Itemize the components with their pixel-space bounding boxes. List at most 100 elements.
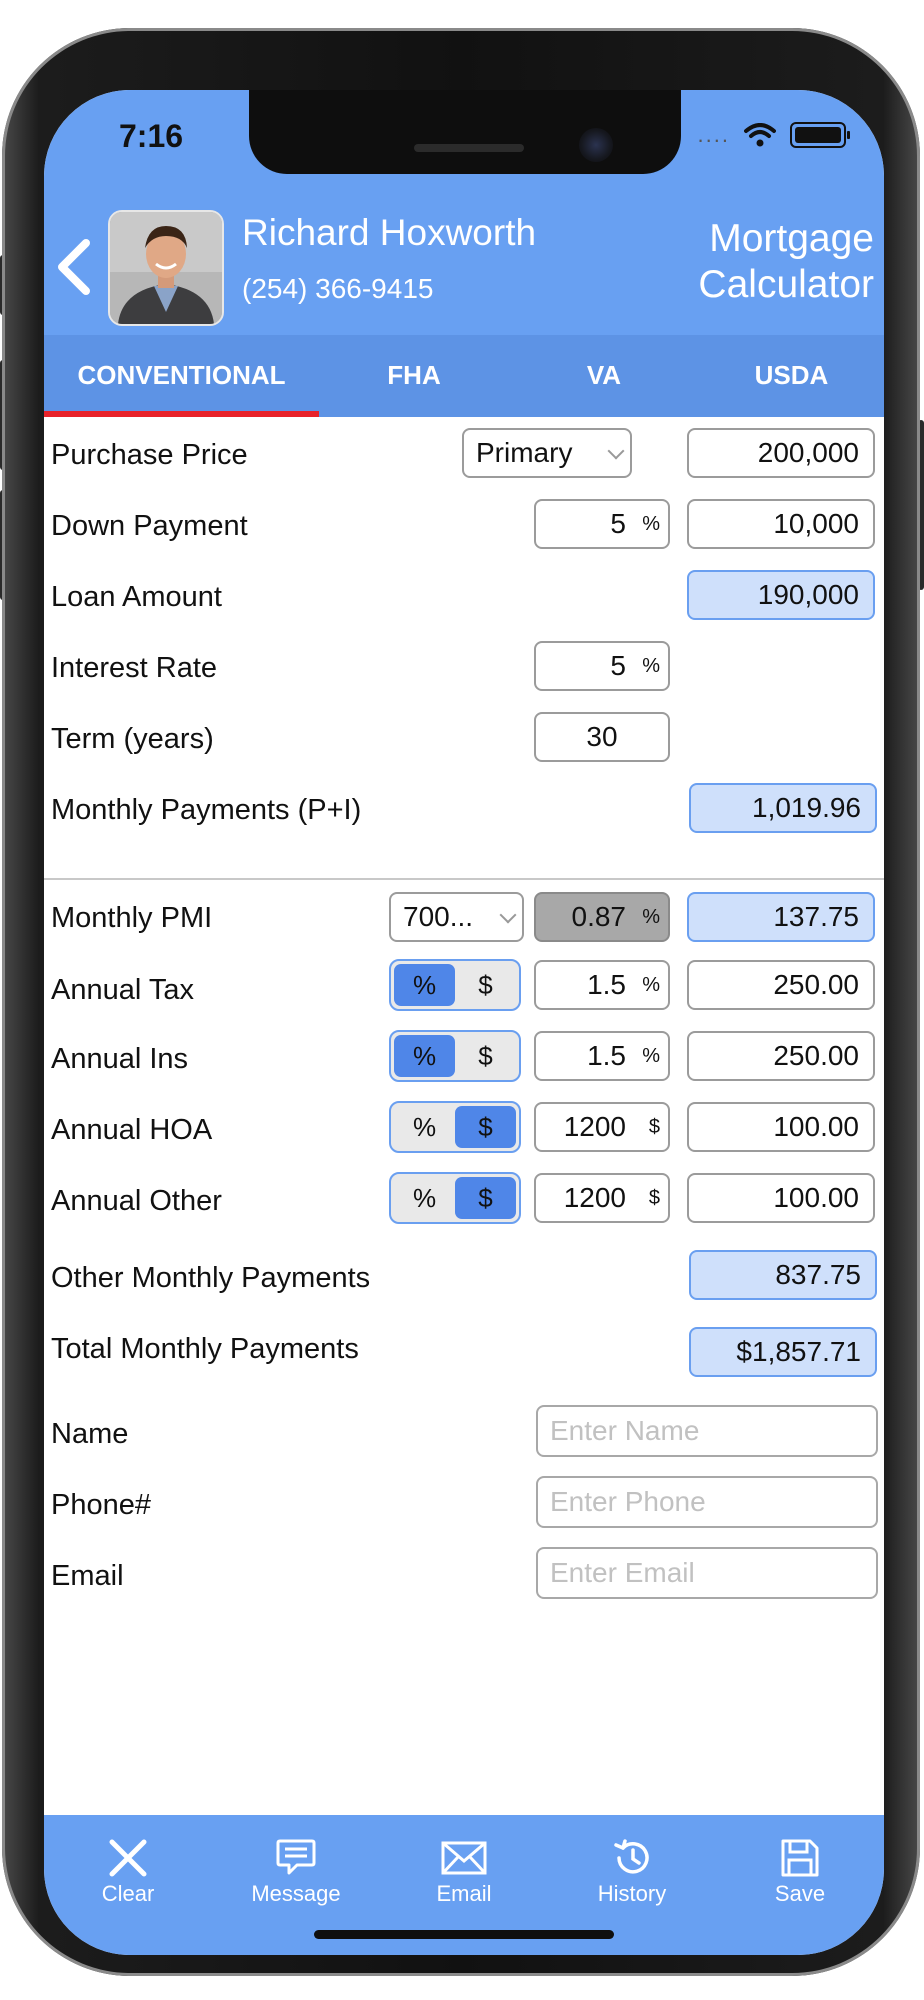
occupancy-value: Primary xyxy=(476,437,573,468)
loan-amount-label: Loan Amount xyxy=(51,581,222,613)
chevron-down-icon xyxy=(499,906,517,924)
occupancy-select[interactable]: Primary xyxy=(462,428,632,478)
contact-email-label: Email xyxy=(51,1560,124,1592)
contact-phone-label: Phone# xyxy=(51,1489,151,1521)
annual-other-unit: $ xyxy=(648,1187,660,1209)
annual-hoa-input-value: 1200 xyxy=(563,1111,626,1142)
chevron-down-icon xyxy=(607,442,625,460)
monthly-pmi-label: Monthly PMI xyxy=(51,902,213,934)
purchase-price-label: Purchase Price xyxy=(51,439,248,471)
history-button-label: History xyxy=(597,1881,667,1906)
annual-other-input[interactable]: 1200 $ xyxy=(534,1173,670,1223)
contact-name-input[interactable] xyxy=(536,1405,878,1457)
annual-hoa-dollar-option[interactable]: $ xyxy=(455,1106,516,1148)
contact-name-label: Name xyxy=(51,1418,129,1450)
monthly-pi-label: Monthly Payments (P+I) xyxy=(51,794,362,826)
total-monthly-value: $1,857.71 xyxy=(689,1327,877,1377)
app-title-line1: Mortgage xyxy=(709,217,874,260)
tab-va[interactable]: VA xyxy=(509,335,699,417)
home-indicator[interactable] xyxy=(314,1930,614,1939)
chevron-left-icon[interactable] xyxy=(50,235,98,299)
annual-other-label: Annual Other xyxy=(51,1185,222,1217)
down-payment-label: Down Payment xyxy=(51,510,248,542)
down-payment-amount-input[interactable]: 10,000 xyxy=(687,499,875,549)
purchase-price-input[interactable]: 200,000 xyxy=(687,428,875,478)
other-monthly-label: Other Monthly Payments xyxy=(51,1262,371,1294)
down-payment-unit: % xyxy=(642,513,660,535)
annual-tax-unit: % xyxy=(642,974,660,996)
annual-ins-percent-option[interactable]: % xyxy=(394,1035,455,1077)
speaker xyxy=(414,144,524,152)
email-button-label: Email xyxy=(436,1881,492,1906)
annual-ins-input-value: 1.5 xyxy=(587,1040,626,1071)
annual-ins-label: Annual Ins xyxy=(51,1043,189,1075)
save-button[interactable]: Save xyxy=(716,1815,884,1955)
down-payment-percent-input[interactable]: 5 % xyxy=(534,499,670,549)
tab-fha[interactable]: FHA xyxy=(319,335,509,417)
annual-hoa-input[interactable]: 1200 $ xyxy=(534,1102,670,1152)
other-monthly-value: 837.75 xyxy=(689,1250,877,1300)
interest-rate-input[interactable]: 5 % xyxy=(534,641,670,691)
loan-type-tabs: CONVENTIONAL FHA VA USDA xyxy=(44,335,884,417)
pmi-rate-value: 0.87 xyxy=(571,901,627,932)
phone-frame: 7:16 .... Richard Hoxworth (254) 366-941… xyxy=(2,28,920,1976)
agent-avatar xyxy=(108,210,224,326)
clear-button[interactable]: Clear xyxy=(44,1815,212,1955)
credit-score-select[interactable]: 700... xyxy=(389,892,524,942)
envelope-icon xyxy=(441,1841,487,1875)
section-divider xyxy=(44,878,884,880)
credit-score-value: 700... xyxy=(403,901,474,932)
signal-dots: .... xyxy=(697,122,730,147)
agent-name: Richard Hoxworth xyxy=(242,212,537,253)
annual-tax-label: Annual Tax xyxy=(51,974,194,1006)
annual-ins-value[interactable]: 250.00 xyxy=(687,1031,875,1081)
annual-hoa-value[interactable]: 100.00 xyxy=(687,1102,875,1152)
message-icon xyxy=(276,1839,316,1875)
annual-ins-mode-toggle: % $ xyxy=(389,1030,521,1082)
agent-phone[interactable]: (254) 366-9415 xyxy=(242,273,433,305)
tab-conventional[interactable]: CONVENTIONAL xyxy=(44,335,319,417)
annual-tax-dollar-option[interactable]: $ xyxy=(455,964,516,1006)
pmi-rate-field: 0.87 % xyxy=(534,892,670,942)
annual-tax-percent-option[interactable]: % xyxy=(394,964,455,1006)
annual-other-mode-toggle: % $ xyxy=(389,1172,521,1224)
annual-tax-input[interactable]: 1.5 % xyxy=(534,960,670,1010)
interest-rate-value: 5 xyxy=(610,650,626,681)
bottom-toolbar: Clear Message Email History Save xyxy=(44,1815,884,1955)
annual-hoa-unit: $ xyxy=(648,1116,660,1138)
annual-other-input-value: 1200 xyxy=(563,1182,626,1213)
save-button-label: Save xyxy=(774,1881,826,1906)
annual-other-value[interactable]: 100.00 xyxy=(687,1173,875,1223)
contact-email-input[interactable] xyxy=(536,1547,878,1599)
annual-ins-dollar-option[interactable]: $ xyxy=(455,1035,516,1077)
save-icon xyxy=(781,1839,819,1877)
app-title: Mortgage Calculator xyxy=(634,216,874,308)
history-icon xyxy=(614,1839,649,1874)
close-icon xyxy=(109,1839,147,1877)
annual-ins-input[interactable]: 1.5 % xyxy=(534,1031,670,1081)
annual-tax-mode-toggle: % $ xyxy=(389,959,521,1011)
screen: 7:16 .... Richard Hoxworth (254) 366-941… xyxy=(44,90,884,1955)
interest-rate-label: Interest Rate xyxy=(51,652,218,684)
annual-hoa-label: Annual HOA xyxy=(51,1114,213,1146)
annual-ins-unit: % xyxy=(642,1045,660,1067)
annual-other-dollar-option[interactable]: $ xyxy=(455,1177,516,1219)
clear-button-label: Clear xyxy=(101,1881,155,1906)
monthly-pi-value: 1,019.96 xyxy=(689,783,877,833)
loan-amount-value: 190,000 xyxy=(687,570,875,620)
annual-tax-value[interactable]: 250.00 xyxy=(687,960,875,1010)
tab-usda[interactable]: USDA xyxy=(699,335,884,417)
header: 7:16 .... Richard Hoxworth (254) 366-941… xyxy=(44,90,884,335)
annual-other-percent-option[interactable]: % xyxy=(394,1177,455,1219)
annual-hoa-percent-option[interactable]: % xyxy=(394,1106,455,1148)
app-title-line2: Calculator xyxy=(698,263,874,306)
total-monthly-label: Total Monthly Payments xyxy=(51,1333,359,1365)
term-input[interactable]: 30 xyxy=(534,712,670,762)
monthly-pmi-value: 137.75 xyxy=(687,892,875,942)
interest-rate-unit: % xyxy=(642,655,660,677)
notch xyxy=(249,90,681,174)
front-camera xyxy=(579,128,613,162)
contact-phone-input[interactable] xyxy=(536,1476,878,1528)
annual-hoa-mode-toggle: % $ xyxy=(389,1101,521,1153)
status-icons: .... xyxy=(697,122,850,148)
